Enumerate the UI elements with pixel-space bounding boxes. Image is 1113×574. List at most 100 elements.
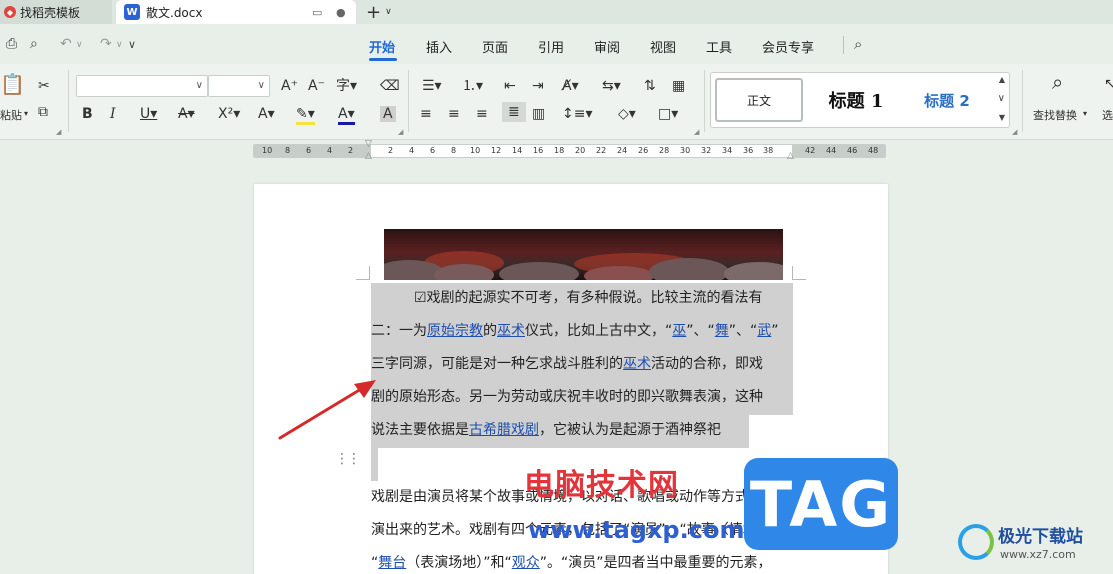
superscript-icon[interactable]: X²▾: [218, 106, 240, 122]
new-tab-button[interactable]: + ∨: [366, 0, 392, 24]
right-indent-marker[interactable]: △: [787, 151, 794, 161]
hyperlink-wu[interactable]: 巫: [672, 323, 686, 339]
paragraph-line[interactable]: 说法主要依据是古希腊戏剧，它被认为是起源于酒神祭祀: [371, 414, 721, 447]
tab-label: 散文.docx: [146, 5, 203, 20]
strikethrough-icon[interactable]: A▾: [178, 106, 195, 122]
underline-icon[interactable]: U▾: [140, 106, 157, 122]
tab-template-store[interactable]: ◆ 找稻壳模板: [0, 0, 112, 24]
monitor-icon[interactable]: ▭: [312, 6, 322, 19]
phonetic-guide-icon[interactable]: 字▾: [336, 78, 357, 94]
shading-icon[interactable]: ◇▾: [618, 106, 636, 122]
format-painter-icon[interactable]: ⧉: [38, 104, 48, 120]
redo-dropdown-icon[interactable]: ∨: [116, 40, 123, 50]
menu-insert[interactable]: 插入: [426, 37, 452, 56]
font-expand-icon[interactable]: ◢: [398, 128, 403, 136]
more-styles-icon[interactable]: ▼: [999, 113, 1005, 122]
style-normal[interactable]: 正文: [715, 78, 803, 122]
hyperlink-audience[interactable]: 观众: [512, 555, 540, 571]
align-center-icon[interactable]: ≡: [448, 106, 460, 122]
hyperlink-greek-drama[interactable]: 古希腊戏剧: [469, 422, 539, 438]
cut-icon[interactable]: ✂: [38, 78, 50, 94]
paragraph-line[interactable]: 剧的原始形态。另一为劳动或庆祝丰收时的即兴歌舞表演，这种: [371, 381, 763, 414]
style-heading-1[interactable]: 标题 1: [811, 78, 901, 122]
distributed-icon[interactable]: ▥: [532, 106, 545, 122]
menu-tools[interactable]: 工具: [706, 37, 732, 56]
chevron-down-icon: ∨: [257, 80, 265, 91]
highlight-icon[interactable]: ✎▾: [296, 106, 315, 125]
paragraph-line[interactable]: “舞台（表演场地）”和“观众”。“演员”是四者当中最重要的元素，: [371, 547, 772, 574]
text-effect-icon[interactable]: A▾: [258, 106, 275, 122]
menu-review[interactable]: 审阅: [594, 37, 620, 56]
menu-membership[interactable]: 会员专享: [762, 37, 814, 56]
undo-icon[interactable]: ↶: [60, 36, 72, 52]
tab-label: 找稻壳模板: [20, 5, 81, 20]
chevron-down-icon[interactable]: ∨: [998, 93, 1005, 104]
redo-icon[interactable]: ↷: [100, 36, 112, 52]
menu-bar: ⎙ ⌕ ↶ ∨ ↷ ∨ ∨ 开始 插入 页面 引用 审阅 视图 工具 会员专享 …: [0, 24, 1113, 64]
ruler-number: 10: [262, 146, 273, 155]
borders-icon[interactable]: □▾: [658, 106, 678, 122]
paragraph-drag-handle[interactable]: ⋮⋮: [335, 452, 361, 466]
clear-formatting-icon[interactable]: ⌫: [380, 78, 400, 94]
search-icon[interactable]: ⌕: [854, 35, 862, 53]
bullet-list-icon[interactable]: ☰▾: [422, 78, 442, 94]
decrease-font-size-icon[interactable]: A⁻: [308, 78, 325, 94]
paragraph-line[interactable]: ☑戏剧的起源实不可考，有多种假说。比较主流的看法有: [414, 282, 763, 315]
hyperlink-stage[interactable]: 舞台: [378, 555, 406, 571]
font-name-select[interactable]: ∨: [76, 75, 208, 97]
align-right-icon[interactable]: ≡: [476, 106, 488, 122]
find-icon[interactable]: ⌕: [1052, 72, 1063, 92]
print-icon[interactable]: ⎙: [6, 36, 17, 52]
select-icon[interactable]: ↖: [1104, 76, 1113, 92]
menu-home[interactable]: 开始: [369, 37, 395, 56]
customize-quick-access-icon[interactable]: ∨: [128, 38, 136, 51]
chinese-layout-icon[interactable]: A̸▾: [562, 78, 579, 94]
menu-view[interactable]: 视图: [650, 37, 676, 56]
ruler-number: 34: [722, 146, 733, 155]
style-heading-2[interactable]: 标题 2: [907, 78, 987, 122]
hanging-indent-marker[interactable]: △: [365, 151, 372, 161]
align-left-icon[interactable]: ≡: [420, 106, 432, 122]
unsaved-dot-icon[interactable]: ●: [336, 6, 346, 19]
first-line-indent-marker[interactable]: ▽: [365, 139, 372, 149]
paragraph-line[interactable]: 二：一为原始宗教的巫术仪式，比如上古中文，“巫”、“舞”、“武”: [371, 315, 779, 348]
scroll-up-icon[interactable]: ▲: [999, 75, 1005, 84]
sort-icon[interactable]: ⇅: [644, 78, 656, 94]
text-direction-icon[interactable]: ⇆▾: [602, 78, 621, 94]
paragraph-line[interactable]: 三字同源，可能是对一种乞求战斗胜利的巫术活动的合称，即戏: [371, 348, 763, 381]
paste-label[interactable]: 粘贴: [0, 107, 22, 123]
hyperlink-dance[interactable]: 舞: [715, 323, 729, 339]
hyperlink-witchcraft[interactable]: 巫术: [623, 356, 651, 372]
numbered-list-icon[interactable]: ⒈▾: [462, 78, 483, 94]
menu-references[interactable]: 引用: [538, 37, 564, 56]
header-image[interactable]: [384, 229, 783, 280]
hyperlink-primitive-religion[interactable]: 原始宗教: [427, 323, 483, 339]
decrease-indent-icon[interactable]: ⇤: [504, 78, 516, 94]
clipboard-expand-icon[interactable]: ◢: [56, 128, 61, 136]
paste-dropdown-icon[interactable]: ▾: [24, 109, 28, 118]
styles-expand-icon[interactable]: ◢: [1012, 128, 1017, 136]
line-spacing-icon[interactable]: ↕≡▾: [562, 106, 593, 122]
character-shading-icon[interactable]: A: [380, 106, 396, 122]
justify-icon[interactable]: ≣: [502, 102, 526, 122]
paste-icon[interactable]: 📋: [0, 74, 25, 94]
bold-icon[interactable]: B: [82, 106, 93, 122]
ruler-number: 46: [847, 146, 858, 155]
menu-page[interactable]: 页面: [482, 37, 508, 56]
increase-font-size-icon[interactable]: A⁺: [281, 78, 298, 94]
font-color-icon[interactable]: A▾: [338, 106, 355, 125]
increase-indent-icon[interactable]: ⇥: [532, 78, 544, 94]
paragraph-expand-icon[interactable]: ◢: [694, 128, 699, 136]
ruler-number: 12: [491, 146, 502, 155]
hyperlink-martial[interactable]: 武: [757, 323, 771, 339]
tab-document[interactable]: W 散文.docx ▭ ●: [116, 0, 356, 24]
find-dropdown-icon[interactable]: ▾: [1083, 109, 1087, 118]
select-label[interactable]: 选: [1102, 107, 1113, 123]
find-replace-label[interactable]: 查找替换: [1033, 107, 1077, 123]
italic-icon[interactable]: I: [110, 106, 116, 122]
show-marks-icon[interactable]: ▦: [672, 78, 685, 94]
hyperlink-witchcraft[interactable]: 巫术: [497, 323, 525, 339]
print-preview-icon[interactable]: ⌕: [30, 36, 38, 52]
undo-dropdown-icon[interactable]: ∨: [76, 40, 83, 50]
font-size-select[interactable]: ∨: [208, 75, 270, 97]
